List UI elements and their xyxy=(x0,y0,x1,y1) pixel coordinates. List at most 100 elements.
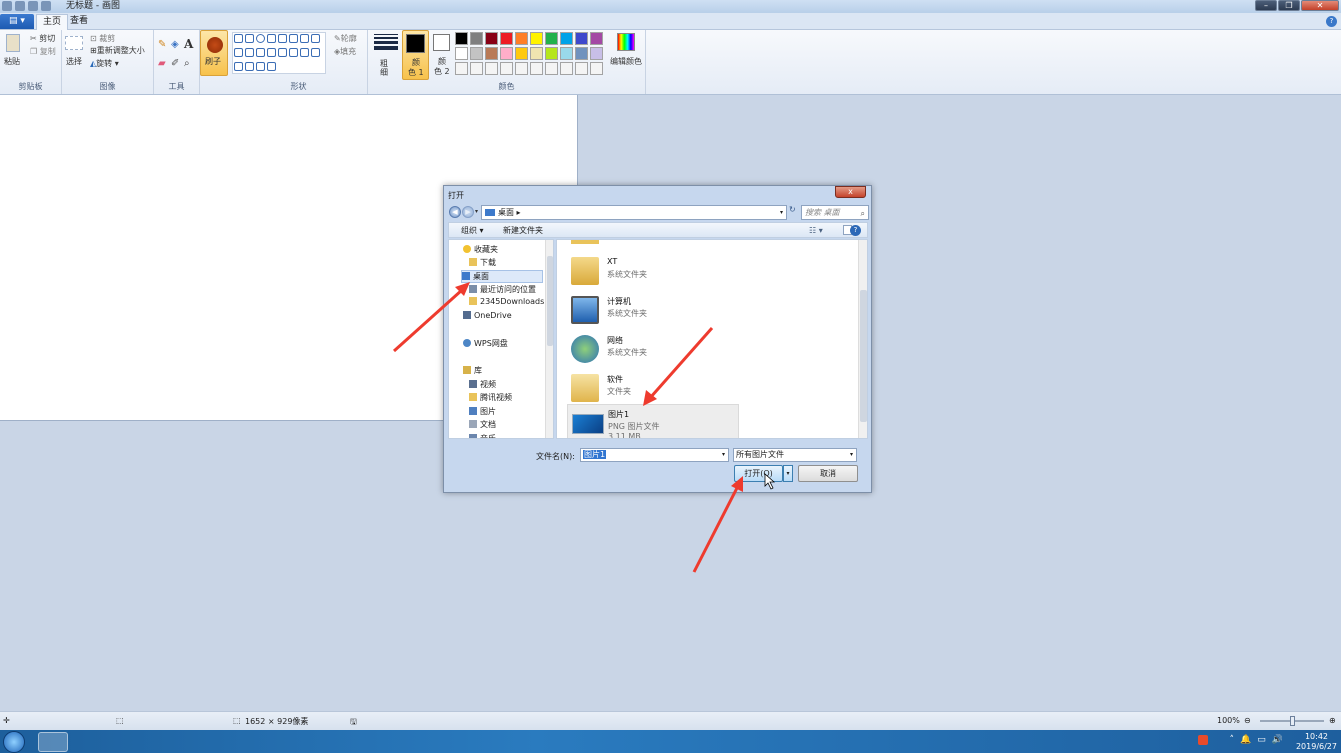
palette-swatch[interactable] xyxy=(590,32,603,45)
color1-button[interactable]: 颜 色 1 xyxy=(402,30,429,80)
dialog-close-button[interactable]: x xyxy=(835,186,866,198)
undo-icon[interactable] xyxy=(28,1,38,11)
edit-colors-icon[interactable] xyxy=(617,33,635,51)
paste-button[interactable]: 粘贴 xyxy=(4,56,20,67)
shape-arrow-left-icon[interactable] xyxy=(278,48,287,57)
file-item[interactable]: 软件 文件夹 xyxy=(567,370,747,406)
nav-item[interactable]: 下载 xyxy=(469,257,496,268)
organize-button[interactable]: 组织 ▾ xyxy=(461,225,484,236)
zoom-slider-knob[interactable] xyxy=(1290,716,1295,726)
zoom-out-icon[interactable]: ⊖ xyxy=(1244,716,1251,725)
crop-button[interactable]: ⊡ 裁剪 xyxy=(90,33,115,44)
back-icon[interactable]: ◀ xyxy=(449,206,461,218)
filename-dropdown-icon[interactable]: ▾ xyxy=(722,449,725,461)
nav-item[interactable]: 文档 xyxy=(469,419,496,430)
change-view-icon[interactable]: ☷ ▾ xyxy=(809,226,837,235)
shape-rounded-rect-icon[interactable] xyxy=(278,34,287,43)
palette-swatch[interactable] xyxy=(515,47,528,60)
nav-item[interactable]: 腾讯视频 xyxy=(469,392,512,403)
dialog-help-icon[interactable]: ? xyxy=(850,225,861,236)
network-tray-icon[interactable]: ▭ xyxy=(1257,735,1272,745)
refresh-icon[interactable]: ↻ xyxy=(789,205,799,220)
shape-cloud-icon[interactable] xyxy=(267,62,276,71)
notification-icon[interactable]: 🔔 xyxy=(1240,735,1257,745)
maximize-button[interactable]: ❐ xyxy=(1278,0,1300,11)
cut-button[interactable]: ✂ 剪切 xyxy=(30,33,55,44)
palette-swatch[interactable] xyxy=(455,62,468,75)
nav-item[interactable]: 音乐 xyxy=(469,433,496,438)
palette-swatch[interactable] xyxy=(560,32,573,45)
nav-scrollbar[interactable] xyxy=(545,240,553,438)
shape-star4-icon[interactable] xyxy=(311,48,320,57)
new-folder-button[interactable]: 新建文件夹 xyxy=(503,225,543,236)
palette-swatch[interactable] xyxy=(515,62,528,75)
fill-button[interactable]: ◈填充 xyxy=(334,46,356,57)
nav-item[interactable]: 最近访问的位置 xyxy=(469,284,536,295)
cancel-button[interactable]: 取消 xyxy=(798,465,858,482)
file-item[interactable]: XT 系统文件夹 xyxy=(567,253,747,289)
taskbar-paint-app[interactable] xyxy=(38,732,68,752)
palette-swatch[interactable] xyxy=(545,62,558,75)
paste-icon[interactable] xyxy=(6,34,20,52)
color-picker-icon[interactable]: ✐ xyxy=(171,58,179,69)
palette-swatch[interactable] xyxy=(485,62,498,75)
pencil-icon[interactable]: ✎ xyxy=(158,39,166,50)
palette-swatch[interactable] xyxy=(530,62,543,75)
shape-star6-icon[interactable] xyxy=(245,62,254,71)
address-bar[interactable]: 桌面 ▸ ▾ xyxy=(481,205,787,220)
save-icon[interactable] xyxy=(15,1,25,11)
file-item[interactable]: 网络 系统文件夹 xyxy=(567,331,747,367)
recent-pages-dropdown-icon[interactable]: ▾ xyxy=(475,208,478,215)
select-icon[interactable] xyxy=(65,36,83,50)
shape-hexagon-icon[interactable] xyxy=(256,48,265,57)
nav-item[interactable]: 桌面 xyxy=(461,270,543,283)
file-scrollbar[interactable] xyxy=(858,240,867,438)
zoom-slider[interactable] xyxy=(1260,716,1324,726)
shape-arrow-right-icon[interactable] xyxy=(267,48,276,57)
palette-swatch[interactable] xyxy=(560,47,573,60)
edit-colors-button[interactable]: 编辑颜色 xyxy=(610,56,642,67)
select-button[interactable]: 选择 xyxy=(66,56,82,67)
nav-item[interactable]: 库 xyxy=(463,365,482,376)
palette-swatch[interactable] xyxy=(485,32,498,45)
palette-swatch[interactable] xyxy=(575,32,588,45)
palette-swatch[interactable] xyxy=(575,47,588,60)
palette-swatch[interactable] xyxy=(470,32,483,45)
file-menu-button[interactable]: ▤ ▾ xyxy=(0,14,34,29)
file-item[interactable]: 计算机 系统文件夹 xyxy=(567,292,747,328)
shape-oval-icon[interactable] xyxy=(256,34,265,43)
palette-swatch[interactable] xyxy=(500,62,513,75)
file-item[interactable]: 图片1 PNG 图片文件 3.11 MB xyxy=(567,404,739,438)
help-icon[interactable]: ? xyxy=(1326,16,1337,27)
palette-swatch[interactable] xyxy=(575,62,588,75)
nav-item[interactable]: WPS网盘 xyxy=(463,338,508,349)
show-hidden-icons-icon[interactable]: ˄ xyxy=(1230,735,1241,745)
rotate-button[interactable]: ◭旋转 ▾ xyxy=(90,58,119,69)
nav-item[interactable]: OneDrive xyxy=(463,311,512,320)
open-button[interactable]: 打开(O) xyxy=(734,465,783,482)
shape-triangle-icon[interactable] xyxy=(300,34,309,43)
shape-rect-icon[interactable] xyxy=(267,34,276,43)
forward-icon[interactable]: ▶ xyxy=(462,206,474,218)
clock[interactable]: 10:42 2019/6/27 xyxy=(1296,732,1337,752)
open-options-dropdown-icon[interactable]: ▾ xyxy=(783,465,793,482)
redo-icon[interactable] xyxy=(41,1,51,11)
brushes-button[interactable]: 刷子 xyxy=(200,30,228,76)
shape-callout-icon[interactable] xyxy=(256,62,265,71)
zoom-in-icon[interactable]: ⊕ xyxy=(1329,716,1336,725)
tab-view[interactable]: 查看 xyxy=(64,14,94,30)
nav-item[interactable]: 收藏夹 xyxy=(463,244,498,255)
palette-swatch[interactable] xyxy=(470,47,483,60)
shape-arrow-up-icon[interactable] xyxy=(289,48,298,57)
palette-swatch[interactable] xyxy=(590,62,603,75)
shape-pentagon-icon[interactable] xyxy=(245,48,254,57)
text-tool-icon[interactable]: A xyxy=(184,37,193,51)
palette-swatch[interactable] xyxy=(590,47,603,60)
magnifier-icon[interactable]: ⌕ xyxy=(184,58,190,69)
volume-icon[interactable]: 🔊 xyxy=(1272,735,1289,745)
tray-app-icon[interactable] xyxy=(1198,735,1208,745)
palette-swatch[interactable] xyxy=(470,62,483,75)
shape-line-icon[interactable] xyxy=(234,34,243,43)
palette-swatch[interactable] xyxy=(455,47,468,60)
palette-swatch[interactable] xyxy=(530,32,543,45)
